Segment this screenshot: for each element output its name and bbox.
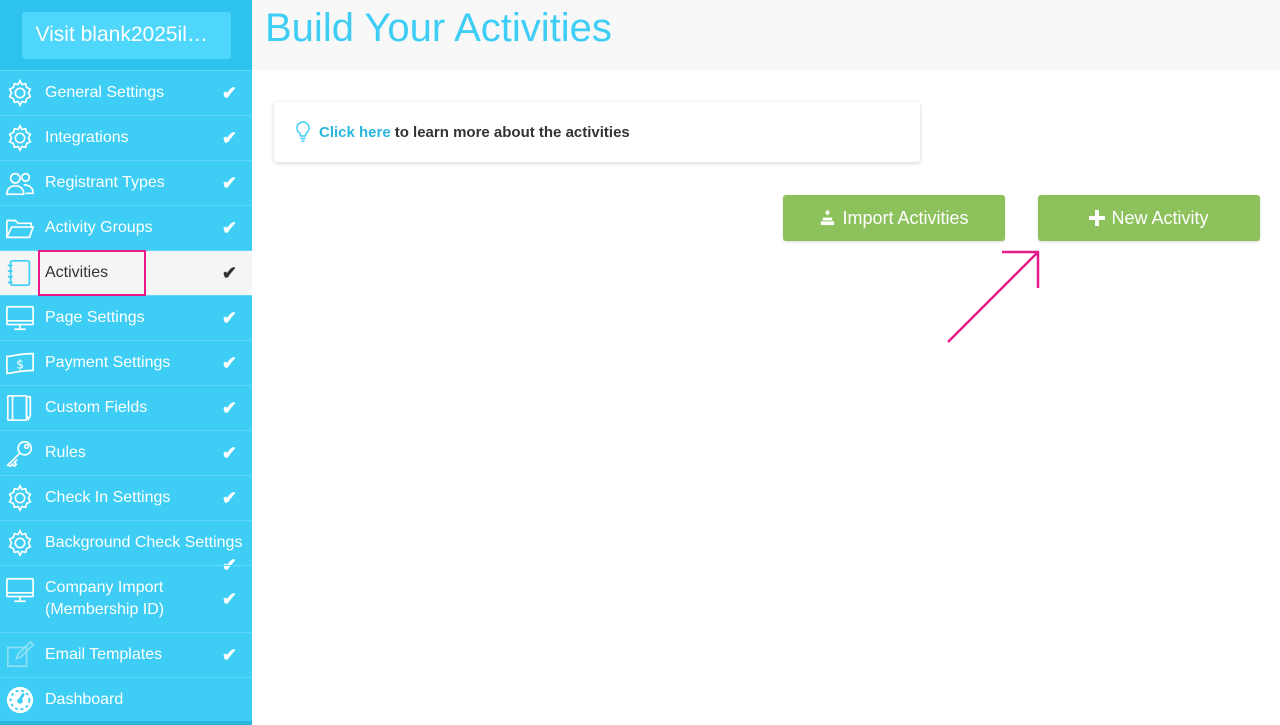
sidebar-item-background-check-settings[interactable]: Background Check Settings ✔ <box>0 520 252 575</box>
monitor-icon <box>4 574 36 606</box>
check-icon: ✔ <box>221 588 237 609</box>
new-activity-label: New Activity <box>1111 207 1209 228</box>
sidebar-item-label: Activity Groups <box>45 219 153 236</box>
lightbulb-icon <box>292 120 314 144</box>
sidebar-item-general-settings[interactable]: General Settings ✔ <box>0 70 252 115</box>
book-pen-icon <box>4 392 36 424</box>
folder-icon <box>4 212 36 244</box>
sidebar-item-integrations[interactable]: Integrations ✔ <box>0 115 252 160</box>
sidebar-item-label: Background Check Settings <box>45 534 243 551</box>
annotation-highlight-box <box>38 250 146 296</box>
check-icon: ✔ <box>221 217 237 238</box>
import-activities-button[interactable]: Import Activities <box>783 195 1005 241</box>
annotation-arrow-icon <box>947 250 1040 343</box>
plus-icon <box>1089 210 1106 226</box>
gauge-icon <box>4 684 36 716</box>
sidebar-item-label: Dashboard <box>45 691 124 708</box>
gear-icon <box>4 482 36 514</box>
gear-icon <box>4 77 36 109</box>
sidebar-item-label: Integrations <box>45 129 129 146</box>
dollar-bill-icon: $ <box>4 347 36 379</box>
edit-icon <box>4 639 36 671</box>
check-icon: ✔ <box>221 487 237 508</box>
sidebar-item-label: Check In Settings <box>45 489 171 506</box>
sidebar-item-label: General Settings <box>45 84 165 101</box>
gear-icon <box>4 527 36 559</box>
sidebar-item-label: Email Templates <box>45 646 163 663</box>
info-card: Click here to learn more about the activ… <box>274 102 920 162</box>
import-activities-label: Import Activities <box>842 207 969 228</box>
sidebar-item-custom-fields[interactable]: Custom Fields ✔ <box>0 385 252 430</box>
sidebar-item-page-settings[interactable]: Page Settings ✔ <box>0 295 252 340</box>
check-icon: ✔ <box>221 262 237 283</box>
sidebar-item-company-import[interactable]: Company Import (Membership ID) ✔ <box>0 565 252 632</box>
sidebar-item-label: Rules <box>45 444 86 461</box>
learn-more-link[interactable]: Click here <box>319 124 391 141</box>
sidebar-item-label: Company Import (Membership ID) <box>45 577 164 621</box>
sidebar-bottom-bar <box>0 721 252 725</box>
sidebar-item-payment-settings[interactable]: $ Payment Settings ✔ <box>0 340 252 385</box>
sidebar-item-email-templates[interactable]: Email Templates ✔ <box>0 632 252 677</box>
sidebar-item-check-in-settings[interactable]: Check In Settings ✔ <box>0 475 252 520</box>
visit-site-button[interactable]: Visit blank2025il… <box>21 11 231 59</box>
page-header: Build Your Activities <box>252 0 1280 70</box>
sidebar-item-label-line1: Company Import <box>45 579 164 596</box>
visit-site-area: Visit blank2025il… <box>0 0 252 70</box>
check-icon: ✔ <box>221 82 237 103</box>
sidebar-item-registrant-types[interactable]: Registrant Types ✔ <box>0 160 252 205</box>
sidebar-item-rules[interactable]: Rules ✔ <box>0 430 252 475</box>
sidebar-item-label: Payment Settings <box>45 354 171 371</box>
notebook-icon <box>4 257 36 289</box>
sidebar-item-dashboard[interactable]: Dashboard <box>0 677 252 722</box>
sidebar-item-label: Registrant Types <box>45 174 165 191</box>
sidebar-item-activity-groups[interactable]: Activity Groups ✔ <box>0 205 252 250</box>
check-icon: ✔ <box>221 172 237 193</box>
sidebar-item-label: Custom Fields <box>45 399 148 416</box>
gear-icon <box>4 122 36 154</box>
import-icon <box>819 209 836 227</box>
sidebar-item-label: Page Settings <box>45 309 145 326</box>
check-icon: ✔ <box>221 442 237 463</box>
info-text: to learn more about the activities <box>394 123 630 141</box>
sidebar: Visit blank2025il… General Settings ✔ In… <box>0 0 252 725</box>
users-icon <box>4 167 36 199</box>
key-icon <box>4 437 36 469</box>
check-icon: ✔ <box>221 307 237 328</box>
page-title: Build Your Activities <box>265 6 612 50</box>
check-icon: ✔ <box>221 352 237 373</box>
check-icon: ✔ <box>221 397 237 418</box>
check-icon: ✔ <box>221 644 237 665</box>
check-icon: ✔ <box>221 127 237 148</box>
sidebar-item-label-line2: (Membership ID) <box>45 601 165 618</box>
new-activity-button[interactable]: New Activity <box>1038 195 1260 241</box>
monitor-icon <box>4 302 36 334</box>
svg-text:$: $ <box>16 358 24 372</box>
